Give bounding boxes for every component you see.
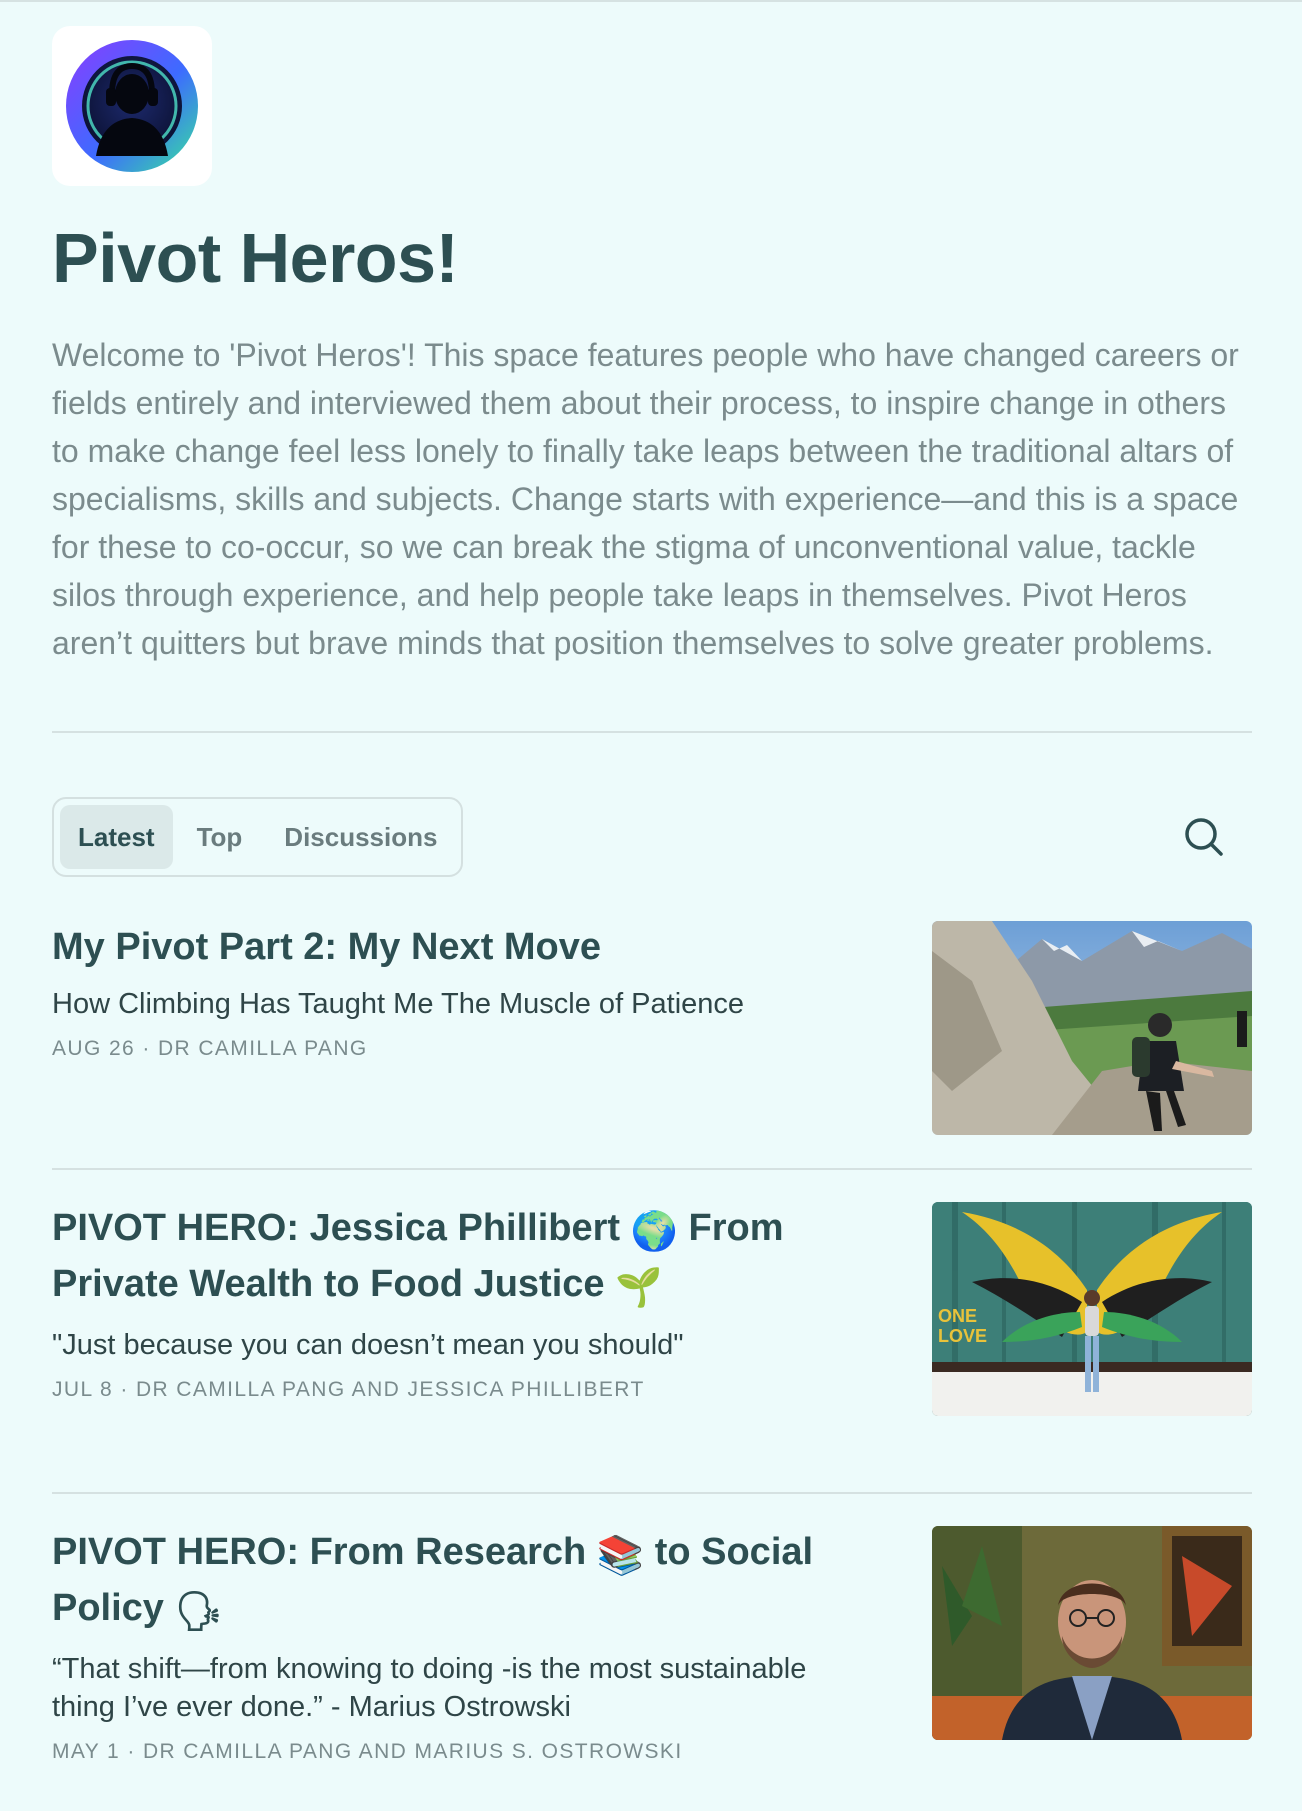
tab-discussions[interactable]: Discussions <box>266 805 455 869</box>
post-meta: MAY 1 · DR CAMILLA PANG AND MARIUS S. OS… <box>52 1740 683 1763</box>
post-item[interactable]: My Pivot Part 2: My Next Move How Climbi… <box>52 921 1252 1136</box>
tab-top[interactable]: Top <box>179 805 261 869</box>
post-title[interactable]: PIVOT HERO: From Research 📚 to Social Po… <box>52 1526 872 1638</box>
post-thumbnail[interactable] <box>932 921 1252 1135</box>
post-title-text: PIVOT HERO: From Research <box>52 1531 597 1573</box>
headphone-silhouette-logo <box>66 40 198 172</box>
post-meta: JUL 8 · DR CAMILLA PANG AND JESSICA PHIL… <box>52 1378 645 1401</box>
tab-latest[interactable]: Latest <box>60 805 173 869</box>
post-meta: AUG 26 · DR CAMILLA PANG <box>52 1037 368 1060</box>
post-item[interactable]: PIVOT HERO: From Research 📚 to Social Po… <box>52 1526 1252 1764</box>
wings-mural-photo: ONE LOVE <box>932 1202 1252 1416</box>
search-button[interactable] <box>1182 815 1226 859</box>
search-icon <box>1185 818 1223 856</box>
post-title-text: PIVOT HERO: Jessica Phillibert <box>52 1207 631 1249</box>
feed-toolbar: Latest Top Discussions <box>52 797 1252 877</box>
post-subtitle: How Climbing Has Taught Me The Muscle of… <box>52 988 745 1020</box>
post-list: My Pivot Part 2: My Next Move How Climbi… <box>52 921 1252 1764</box>
post-subtitle: "Just because you can doesn’t mean you s… <box>52 1329 684 1361</box>
publication-logo[interactable] <box>52 26 212 186</box>
globe-emoji-icon: 🌍 <box>630 1211 678 1253</box>
post-title[interactable]: My Pivot Part 2: My Next Move <box>52 921 872 973</box>
mural-text: ONE <box>938 1306 977 1326</box>
seedling-emoji-icon: 🌱 <box>615 1267 663 1309</box>
post-divider <box>52 1168 1252 1170</box>
feed-tabs: Latest Top Discussions <box>52 797 464 877</box>
post-text: PIVOT HERO: From Research 📚 to Social Po… <box>52 1526 872 1764</box>
post-divider <box>52 1492 1252 1494</box>
post-subtitle: “That shift—from knowing to doing -is th… <box>52 1653 807 1723</box>
mural-text: LOVE <box>938 1326 987 1346</box>
mountain-climber-photo <box>932 921 1252 1135</box>
post-text: PIVOT HERO: Jessica Phillibert 🌍 From Pr… <box>52 1202 872 1416</box>
publication-description: Welcome to 'Pivot Heros'! This space fea… <box>52 337 1239 661</box>
post-item[interactable]: PIVOT HERO: Jessica Phillibert 🌍 From Pr… <box>52 1202 1252 1416</box>
speaking-head-emoji-icon: 🗣 <box>174 1591 223 1633</box>
section-divider <box>52 731 1252 733</box>
post-title[interactable]: PIVOT HERO: Jessica Phillibert 🌍 From Pr… <box>52 1202 872 1314</box>
publication-page: Pivot Heros! Welcome to 'Pivot Heros'! T… <box>52 26 1252 1764</box>
portrait-photo <box>932 1526 1252 1740</box>
post-thumbnail[interactable] <box>932 1526 1252 1740</box>
post-text: My Pivot Part 2: My Next Move How Climbi… <box>52 921 872 1136</box>
post-thumbnail[interactable]: ONE LOVE <box>932 1202 1252 1416</box>
books-emoji-icon: 📚 <box>596 1535 645 1577</box>
publication-title: Pivot Heros! <box>52 219 459 297</box>
